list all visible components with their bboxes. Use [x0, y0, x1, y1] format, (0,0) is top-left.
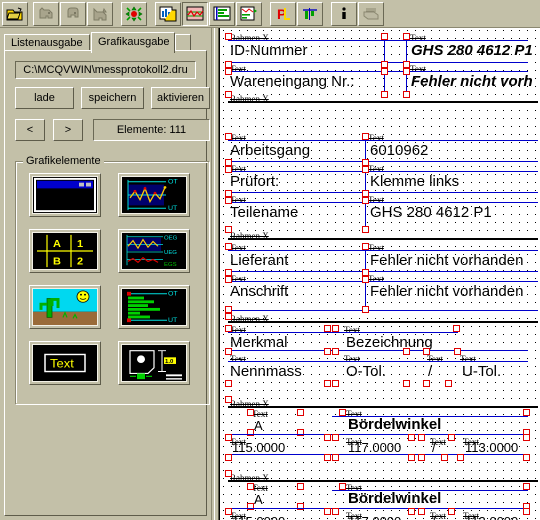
block-2-upper[interactable]: 117.0000: [348, 514, 401, 520]
block-1-id[interactable]: A: [254, 418, 263, 433]
p-marker-button[interactable]: P: [270, 1, 296, 26]
row-label-4[interactable]: Prüfort:: [230, 173, 279, 190]
row-label-6[interactable]: Lieferant: [230, 252, 288, 269]
row-value-1[interactable]: GHS 280 4612 P1: [411, 42, 533, 59]
tab-grafikausgabe-label: Grafikausgabe: [98, 36, 170, 48]
svg-text:2: 2: [77, 256, 83, 268]
block-2-title[interactable]: Bördelwinkel: [348, 490, 441, 507]
element-hbar-chart-button[interactable]: OT UT: [118, 285, 190, 329]
tab-strip: Listenausgabe Grafikausgabe: [4, 32, 211, 53]
block-frame-label-1: Rahmen X: [230, 399, 269, 409]
block-1-lower[interactable]: 113.0000: [465, 440, 518, 455]
element-text-button[interactable]: Text: [29, 341, 101, 385]
left-panel: Listenausgabe Grafikausgabe C:\MCQVWIN\m…: [0, 28, 211, 520]
design-canvas[interactable]: Rahmen X Text ID-Nummer GHS 280 4612 P1 …: [220, 28, 540, 520]
element-control-chart-lower-label: UT: [168, 205, 177, 212]
block-2-nominal[interactable]: 115.0000: [232, 514, 285, 520]
block-2-lower[interactable]: 113.0000: [465, 514, 518, 520]
application-window: P Listenausgabe Grafikausgabe C:\MCQVWIN…: [0, 0, 540, 520]
element-window-button[interactable]: [29, 173, 101, 217]
load-button-label: lade: [34, 92, 55, 104]
bar-chart-button[interactable]: [155, 1, 181, 26]
line-chart-button[interactable]: [182, 1, 208, 26]
svg-text:B: B: [53, 256, 61, 268]
element-control-chart-button[interactable]: OT UT: [118, 173, 190, 217]
axis-chart-button[interactable]: [297, 1, 323, 26]
dog-right-button[interactable]: [87, 1, 113, 26]
group-title: Grafikelemente: [23, 155, 104, 167]
element-image-button[interactable]: [29, 285, 101, 329]
block-1-separator[interactable]: /: [432, 440, 436, 455]
row-value-4[interactable]: Klemme links: [370, 173, 459, 190]
row-value-7[interactable]: Fehler nicht vorhanden: [370, 283, 523, 300]
previous-element-label: <: [26, 124, 34, 136]
dog-left-button[interactable]: [33, 1, 59, 26]
row-value-9c[interactable]: U-Tol.: [462, 363, 501, 380]
block-frame-label-2: Rahmen X: [230, 473, 269, 483]
element-table-button[interactable]: A 1 B 2: [29, 229, 101, 273]
svg-text:UEG: UEG: [164, 250, 177, 256]
file-path-value: C:\MCQVWIN\messprotokoll2.dru: [23, 64, 188, 76]
tab-listenausgabe-label: Listenausgabe: [11, 37, 83, 49]
svg-text:OEG: OEG: [164, 236, 178, 242]
row-value-2[interactable]: Fehler nicht vorh: [411, 73, 533, 90]
dog-mid-button[interactable]: [60, 1, 86, 26]
row-label-8[interactable]: Merkmal: [230, 334, 288, 351]
svg-text:UT: UT: [168, 317, 177, 324]
save-button-label: speichern: [88, 92, 137, 104]
row-label-9[interactable]: Nennmass: [230, 363, 302, 380]
svg-text:OT: OT: [168, 291, 178, 298]
row-value-9a[interactable]: O-Tol.: [346, 363, 386, 380]
file-path-field[interactable]: C:\MCQVWIN\messprotokoll2.dru: [15, 61, 196, 79]
row-value-8[interactable]: Bezeichnung: [346, 334, 433, 351]
element-drawing-button[interactable]: 1.0: [118, 341, 190, 385]
main-toolbar: P: [0, 0, 540, 28]
print-button[interactable]: [358, 1, 384, 26]
row-value-6[interactable]: Fehler nicht vorhanden: [370, 252, 523, 269]
row-value-9b[interactable]: /: [428, 363, 432, 380]
block-2-id[interactable]: A: [254, 492, 263, 507]
previous-element-button[interactable]: <: [15, 119, 45, 141]
svg-text:A: A: [53, 238, 61, 250]
row-value-3[interactable]: 6010962: [370, 142, 428, 159]
next-element-button[interactable]: >: [53, 119, 83, 141]
element-count-display: Elemente: 111: [93, 119, 210, 141]
move-arrows-button[interactable]: [121, 1, 147, 26]
save-button[interactable]: speichern: [81, 87, 144, 109]
svg-text:EGS: EGS: [164, 262, 177, 268]
open-file-button[interactable]: [2, 1, 28, 26]
block-1-title[interactable]: Bördelwinkel: [348, 416, 441, 433]
load-button[interactable]: lade: [15, 87, 74, 109]
block-2-separator[interactable]: /: [432, 514, 436, 520]
design-canvas-scroll[interactable]: Rahmen X Text ID-Nummer GHS 280 4612 P1 …: [219, 28, 540, 520]
row-label-3[interactable]: Arbeitsgang: [230, 142, 310, 159]
info-button[interactable]: [331, 1, 357, 26]
next-element-label: >: [64, 124, 72, 136]
element-multi-chart-button[interactable]: OEG UEG EGS: [118, 229, 190, 273]
element-count-label: Elemente: 111: [116, 124, 187, 136]
panel-splitter[interactable]: [211, 28, 219, 520]
list-chart-button[interactable]: [236, 1, 262, 26]
activate-button-label: aktivieren: [156, 92, 205, 104]
tab-grafikausgabe[interactable]: Grafikausgabe: [91, 32, 175, 53]
tab-panel-grafikausgabe: C:\MCQVWIN\messprotokoll2.dru lade speic…: [4, 50, 210, 516]
row-label-7[interactable]: Anschrift: [230, 283, 288, 300]
grafikelemente-group: Grafikelemente OT UT A 1 B 2 OEG UEG EGS…: [15, 155, 210, 405]
row-value-5[interactable]: GHS 280 4612 P1: [370, 204, 492, 221]
element-control-chart-upper-label: OT: [168, 179, 178, 186]
svg-text:1.0: 1.0: [165, 359, 173, 365]
row-label-2[interactable]: Wareneingang Nr.:: [230, 73, 355, 90]
block-1-upper[interactable]: 117.0000: [348, 440, 401, 455]
row-label-1[interactable]: ID-Nummer: [230, 42, 308, 59]
svg-text:1: 1: [77, 238, 83, 250]
row-label-5[interactable]: Teilename: [230, 204, 298, 221]
block-1-nominal[interactable]: 115.0000: [232, 440, 285, 455]
hbar-chart-button[interactable]: [209, 1, 235, 26]
activate-button[interactable]: aktivieren: [151, 87, 210, 109]
svg-text:Text: Text: [50, 357, 74, 371]
